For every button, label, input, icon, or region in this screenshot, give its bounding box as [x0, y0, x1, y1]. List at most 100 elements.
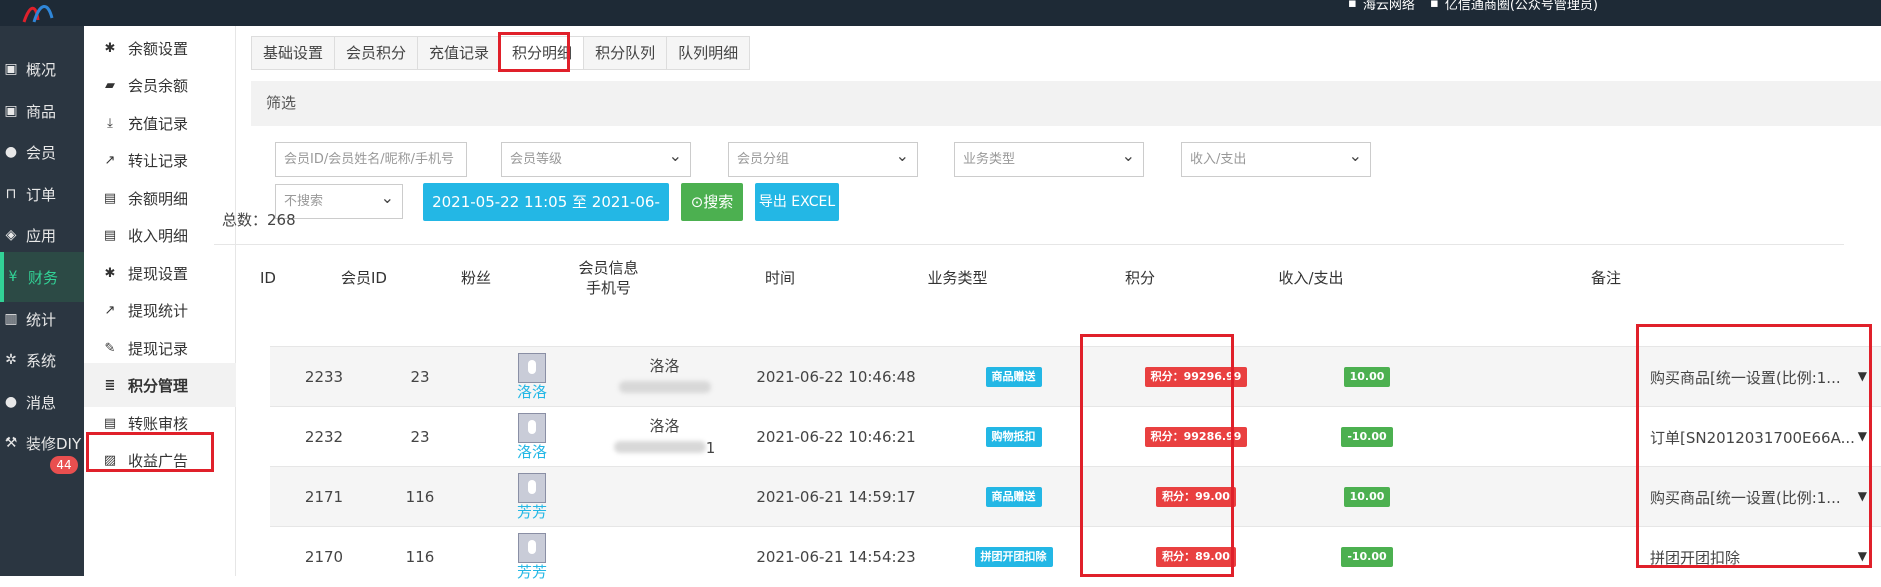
highlight-remark-column [1636, 324, 1872, 568]
cell-id: 2233 [304, 368, 344, 386]
phone-suffix: 1 [705, 439, 716, 457]
file-text-icon: ▤ [103, 415, 117, 431]
cell-income-expense: 10.00 [1310, 347, 1424, 407]
bar-chart-icon: ▥ [4, 311, 18, 327]
fan-name-link[interactable]: 芳芳 [517, 563, 547, 581]
search-input[interactable]: 会员ID/会员姓名/昵称/手机号 [275, 142, 467, 177]
cell-fans: 洛洛 [462, 407, 602, 467]
cell-member-info [602, 527, 727, 587]
avatar[interactable] [518, 473, 546, 503]
change-label: 10.00 [1343, 487, 1391, 507]
header-time: 时间 [764, 268, 795, 287]
header-remark: 备注 [1590, 268, 1621, 287]
user-icon: ▪ [1430, 0, 1439, 11]
member-name: 洛洛 [649, 417, 680, 435]
header-member-info: 会员信息 手机号 [578, 258, 639, 297]
member-group-select[interactable]: 会员分组 [728, 139, 918, 177]
tab-member-points[interactable]: 会员积分 [334, 36, 418, 70]
cell-income-expense: -10.00 [1310, 407, 1424, 467]
cell-time: 2021-06-21 14:59:17 [756, 488, 916, 506]
external-link-icon: ↗ [104, 152, 116, 168]
redacted-phone [613, 441, 706, 453]
member-level-select[interactable]: 会员等级 [501, 139, 691, 177]
top-bar: ▪ 海云网络 ▪ 亿信通商圈(公众号管理员) [0, 0, 1881, 26]
change-label: -10.00 [1341, 547, 1393, 567]
comment-icon: ● [4, 394, 18, 410]
download-icon: ⤓ [107, 115, 113, 131]
tab-points-queue[interactable]: 积分队列 [583, 36, 667, 70]
header-business-type: 业务类型 [927, 268, 988, 287]
table-header: ID 会员ID 粉丝 会员信息 手机号 时间 业务类型 积分 收入/支出 备注 [214, 244, 1844, 309]
avatar[interactable] [518, 413, 546, 443]
cart-icon: ⊓ [5, 186, 17, 202]
cell-time: 2021-06-22 10:46:48 [756, 368, 916, 386]
tab-queue-details[interactable]: 队列明细 [666, 36, 751, 70]
window-icon: ▣ [4, 103, 18, 119]
cell-time: 2021-06-21 14:54:23 [756, 548, 916, 566]
avatar[interactable] [518, 533, 546, 563]
pencil-icon: ✎ [104, 340, 116, 356]
header-member-id: 会员ID [341, 268, 387, 287]
database-icon: ≣ [104, 377, 116, 393]
business-type-label: 拼团开团扣除 [974, 547, 1053, 567]
income-expense-select[interactable]: 收入/支出 [1181, 139, 1371, 177]
date-range-button[interactable]: 2021-05-22 11:05 至 2021-06-22 11:05 ▦ [423, 183, 669, 249]
message-count-badge: 44 [50, 456, 78, 474]
business-type-label: 商品赠送 [985, 487, 1042, 507]
cell-member-info: 洛洛 [602, 347, 727, 407]
cell-member-id: 116 [405, 548, 435, 566]
highlight-business-type-column [1080, 334, 1234, 577]
header-income-expense: 收入/支出 [1278, 268, 1344, 287]
cell-fans: 洛洛 [462, 347, 602, 407]
cell-income-expense: 10.00 [1310, 467, 1424, 527]
file-text-icon: ▤ [103, 227, 117, 243]
fan-name-link[interactable]: 洛洛 [517, 383, 547, 401]
highlight-points-details-tab [498, 32, 570, 72]
cell-business-type: 商品赠送 [945, 467, 1082, 527]
avatar[interactable] [518, 353, 546, 383]
cell-member-id: 116 [405, 488, 435, 506]
member-name: 洛洛 [649, 357, 680, 375]
cell-time: 2021-06-22 10:46:21 [756, 428, 916, 446]
cell-member-info: 洛洛 1 [602, 407, 727, 467]
cell-business-type: 商品赠送 [945, 347, 1082, 407]
cell-member-id: 23 [410, 368, 430, 386]
main-sidebar: ▣ 概况 ▣ 商品 ● 会员 ⊓ 订单 ◈ 应用 ¥ 财务 ▥ 统计 ✲ 系统 ● 消息 ⚒ 装修D… [0, 26, 84, 576]
business-type-select[interactable]: 业务类型 [954, 139, 1144, 177]
tab-basic-settings[interactable]: 基础设置 [251, 36, 335, 70]
gear-icon: ✱ [104, 265, 116, 281]
company-name: 海云网络 [1362, 0, 1415, 13]
user-link[interactable]: ▪ 亿信通商圈(公众号管理员) [1430, 0, 1598, 13]
tab-recharge-records[interactable]: 充值记录 [417, 36, 501, 70]
business-type-label: 购物抵扣 [985, 427, 1042, 447]
header-id: ID [260, 268, 276, 287]
company-link[interactable]: ▪ 海云网络 [1348, 0, 1415, 13]
search-button[interactable]: ⊙搜索 [681, 183, 743, 221]
users-icon: ● [4, 144, 18, 160]
window-icon: ▣ [4, 61, 18, 77]
cell-id: 2170 [304, 548, 344, 566]
file-text-icon: ▤ [103, 190, 117, 206]
yen-icon: ¥ [8, 269, 18, 285]
member-phone [618, 377, 711, 399]
member-phone: 1 [613, 437, 716, 459]
cell-fans: 芳芳 [462, 527, 602, 587]
export-excel-button[interactable]: 导出 EXCEL [755, 183, 839, 221]
header-fans: 粉丝 [460, 268, 491, 287]
cell-id: 2171 [304, 488, 344, 506]
change-label: 10.00 [1343, 367, 1391, 387]
gavel-icon: ⚒ [4, 435, 18, 451]
cubes-icon: ◈ [5, 227, 17, 243]
gear-icon: ✱ [104, 40, 116, 56]
search-icon: ⊙ [690, 193, 704, 211]
fan-name-link[interactable]: 洛洛 [517, 443, 547, 461]
line-chart-icon: ↗ [104, 302, 116, 318]
fan-name-link[interactable]: 芳芳 [517, 503, 547, 521]
highlight-points-management [86, 432, 214, 472]
cell-member-info [602, 467, 727, 527]
header-points: 积分 [1124, 268, 1155, 287]
cell-fans: 芳芳 [462, 467, 602, 527]
business-type-label: 商品赠送 [985, 367, 1042, 387]
filter-header: 筛选 [251, 81, 1881, 126]
cell-income-expense: -10.00 [1310, 527, 1424, 587]
